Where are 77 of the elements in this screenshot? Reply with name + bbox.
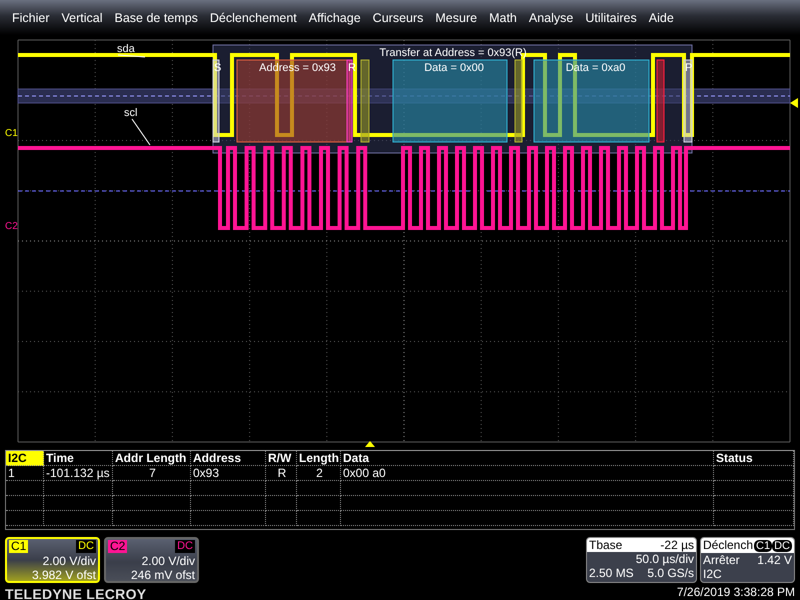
table-cell: 1: [6, 466, 44, 481]
empty-cell: [266, 496, 297, 511]
menu-item[interactable]: Utilitaires: [579, 10, 643, 24]
empty-cell: [6, 511, 44, 526]
decode-title: Transfer at Address = 0x93(R): [379, 47, 527, 59]
decode-label: Data = 0x00: [424, 62, 484, 74]
panel-title: Déclench: [703, 538, 754, 553]
timebase-delay: -22 µs: [660, 538, 694, 552]
table-title: I2C: [6, 451, 44, 466]
column-header: Address: [191, 451, 266, 466]
trigger-type: I2C: [703, 567, 722, 581]
menu-item[interactable]: Déclenchement: [204, 10, 303, 24]
vertical-scale: 2.00 V/div: [140, 554, 196, 568]
timebase-scale: 50.0 µs/div: [636, 552, 694, 566]
empty-cell: [44, 496, 113, 511]
empty-cell: [44, 511, 113, 526]
channel-marker: C1: [5, 128, 18, 139]
level-marker-icon: [790, 98, 798, 108]
vertical-scale: 2.00 V/div: [42, 554, 97, 568]
menu-item[interactable]: Fichier: [6, 10, 56, 24]
panel-title: Tbase: [589, 538, 622, 552]
column-header: Status: [714, 451, 794, 466]
menu-item[interactable]: Base de temps: [108, 10, 204, 24]
sample-count: 2.50 MS: [589, 566, 634, 580]
empty-cell: [44, 481, 113, 496]
channel-tag: C2: [108, 540, 128, 553]
table-cell: 2: [297, 466, 341, 481]
timebase-descriptor[interactable]: Tbase -22 µs 50.0 µs/div 2.50 MS 5.0 GS/s: [586, 537, 697, 583]
empty-cell: [266, 511, 297, 526]
column-header: Length: [297, 451, 341, 466]
menu-item[interactable]: Aide: [642, 10, 680, 24]
table-cell: 7: [113, 466, 191, 481]
empty-cell: [297, 511, 341, 526]
channel-descriptor[interactable]: C1 DC 2.00 V/div 3.982 V ofst: [5, 537, 100, 583]
empty-cell: [266, 481, 297, 496]
table-cell: -101.132 µs: [44, 466, 113, 481]
trace-label: sda: [117, 43, 135, 55]
table-cell: R: [266, 466, 297, 481]
empty-cell: [297, 481, 341, 496]
trigger-source: C1: [754, 540, 772, 552]
menu-item[interactable]: Vertical: [56, 10, 109, 24]
vertical-offset: 246 mV ofst: [130, 568, 196, 582]
leader-line: [118, 54, 146, 58]
menu-item[interactable]: Curseurs: [366, 10, 430, 24]
column-header: Time: [44, 451, 113, 466]
decode-label: R: [348, 62, 356, 74]
channel-tag: C1: [9, 540, 28, 553]
menu-item[interactable]: Mesure: [429, 10, 484, 24]
trigger-level: 1.42 V: [757, 553, 792, 567]
trace-label: scl: [124, 107, 138, 119]
table-cell: 0x93: [191, 466, 266, 481]
leader-line: [132, 118, 150, 146]
column-header: Addr Length: [113, 451, 191, 466]
menu-item[interactable]: Analyse: [522, 10, 580, 24]
channel-marker: C2: [5, 221, 18, 232]
empty-cell: [6, 496, 44, 511]
empty-cell: [297, 496, 341, 511]
trigger-position-icon: [365, 441, 375, 447]
menu-item[interactable]: Math: [483, 10, 523, 24]
vertical-offset: 3.982 V ofst: [30, 568, 97, 582]
date-time: 7/26/2019 3:38:28 PM: [676, 585, 795, 599]
decode-label: Address = 0x93: [259, 62, 336, 74]
sample-rate: 5.0 GS/s: [647, 566, 694, 580]
channel-descriptor[interactable]: C2 DC 2.00 V/div 246 mV ofst: [104, 537, 199, 583]
column-header: Data: [341, 451, 714, 466]
trigger-descriptor[interactable]: Déclench C1 DC Arrêter 1.42 V I2C: [700, 537, 795, 583]
table-cell: 0x00 a0: [341, 466, 714, 481]
decode-label: S: [214, 62, 222, 74]
empty-cell: [6, 481, 44, 496]
column-header: R/W: [266, 451, 297, 466]
trigger-mode: Arrêter: [703, 553, 740, 567]
brand-logo: TELEDYNE LECROY: [5, 586, 148, 600]
menu-item[interactable]: Affichage: [302, 10, 367, 24]
decode-label: Data = 0xa0: [566, 62, 626, 74]
trigger-coupling: DC: [772, 540, 792, 552]
coupling-label: DC: [76, 540, 96, 553]
coupling-label: DC: [175, 540, 195, 553]
